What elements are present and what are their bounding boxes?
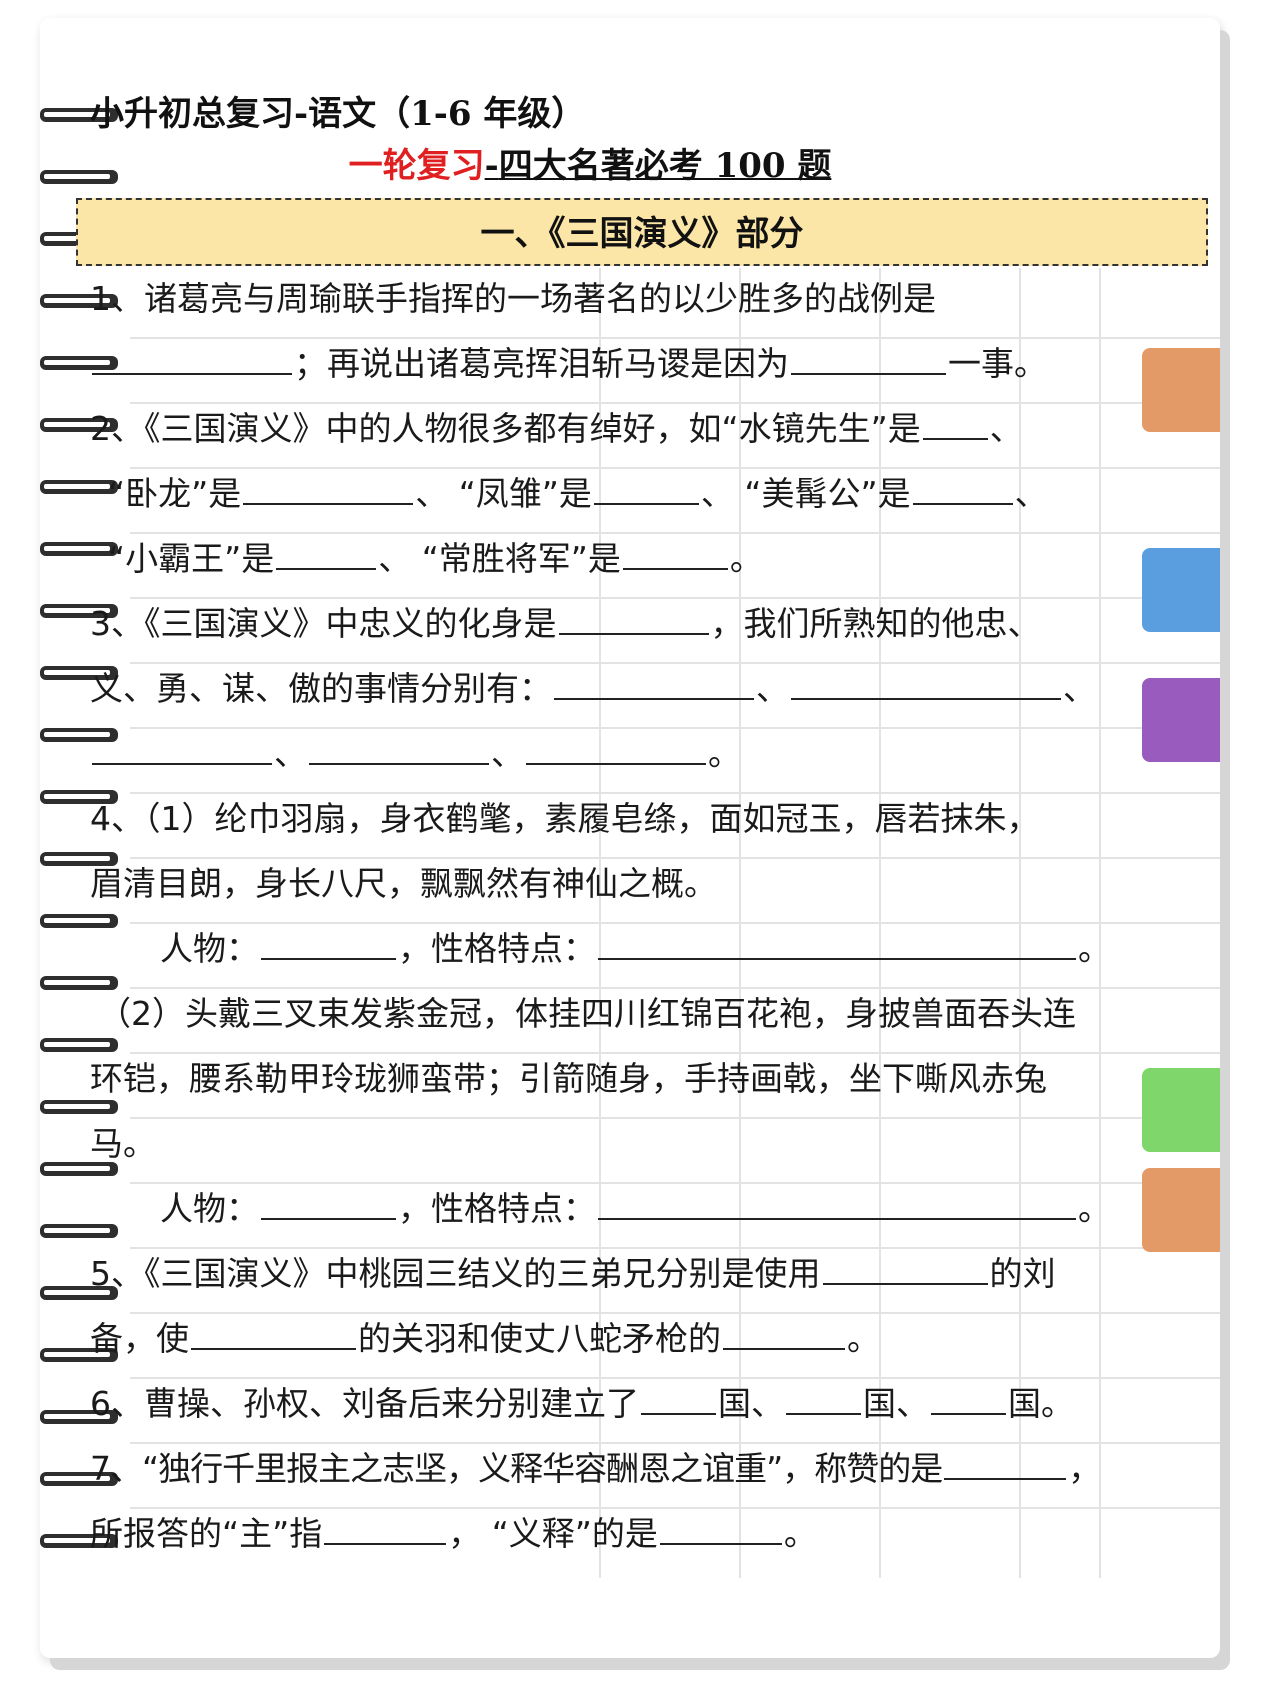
answer-blank[interactable]	[526, 725, 706, 765]
answer-blank[interactable]	[92, 335, 292, 375]
answer-blank[interactable]	[723, 1310, 845, 1350]
answer-blank[interactable]	[598, 1180, 1076, 1220]
answer-blank[interactable]	[261, 920, 396, 960]
q6-line1: 6、曹操、孙权、刘备后来分别建立了 国、 国、 国。	[90, 1371, 1200, 1436]
q2-line3: “小霸王”是、 “常胜将军”是。	[90, 526, 1200, 591]
answer-blank[interactable]	[641, 1375, 716, 1415]
answer-blank[interactable]	[276, 530, 377, 570]
q5-line1: 5、《三国演义》中桃园三结义的三弟兄分别是使用 的刘	[90, 1241, 1200, 1306]
answer-blank[interactable]	[558, 595, 709, 635]
q4-line2: 眉清目朗，身长八尺，飘飘然有神仙之概。	[90, 864, 717, 903]
q4-line3: （2）头戴三叉束发紫金冠，体挂四川红锦百花袍，身披兽面吞头连	[98, 994, 1076, 1033]
q2-line1: 2、《三国演义》中的人物很多都有绰好，如“水镜先生”是、	[90, 396, 1200, 461]
answer-blank[interactable]	[243, 465, 414, 505]
worksheet-subtitle: 一轮复习-四大名著必考 100 题	[310, 140, 870, 192]
worksheet-content: 小升初总复习-语文（1-6 年级） 一轮复习-四大名著必考 100 题 一、《三…	[76, 88, 1208, 1566]
answer-blank[interactable]	[191, 1310, 356, 1350]
q7-line1: 7、“独行千里报主之志坚，义释华容酬恩之谊重”，称赞的是，	[90, 1436, 1200, 1501]
q4-line5: 马。	[90, 1124, 156, 1163]
q2-line2: “卧龙”是、 “凤雏”是、 “美髯公”是、	[90, 461, 1200, 526]
answer-blank[interactable]	[309, 725, 489, 765]
answer-blank[interactable]	[786, 1375, 861, 1415]
answer-blank[interactable]	[261, 1180, 396, 1220]
answer-blank[interactable]	[554, 660, 754, 700]
answer-blank[interactable]	[598, 920, 1076, 960]
answer-blank[interactable]	[593, 465, 699, 505]
answer-blank[interactable]	[791, 335, 946, 375]
worksheet-title: 小升初总复习-语文（1-6 年级）	[90, 94, 586, 134]
answer-blank[interactable]	[944, 1440, 1067, 1480]
q1-line2: ；再说出诸葛亮挥泪斩马谡是因为 一事。	[90, 331, 1200, 396]
answer-blank[interactable]	[324, 1505, 447, 1545]
answer-blank[interactable]	[922, 400, 988, 440]
q1-line1: 1、诸葛亮与周瑜联手指挥的一场著名的以少胜多的战例是	[90, 279, 936, 318]
subtitle-dark: 四大名著必考 100 题	[498, 146, 832, 186]
q4-answer2: 人物： ，性格特点：。	[90, 1176, 1200, 1241]
answer-blank[interactable]	[931, 1375, 1006, 1415]
answer-blank[interactable]	[822, 1245, 988, 1285]
q3-line1: 3、《三国演义》中忠义的化身是 ，我们所熟知的他忠、	[90, 591, 1200, 656]
answer-blank[interactable]	[791, 660, 1061, 700]
answer-blank[interactable]	[912, 465, 1013, 505]
subtitle-red: 一轮复习	[348, 146, 485, 186]
q4-line4: 环铠，腰系勒甲玲珑狮蛮带；引箭随身，手持画戟，坐下嘶风赤兔	[90, 1059, 1047, 1098]
q5-line2: 备，使 的关羽和使丈八蛇矛枪的。	[90, 1306, 1200, 1371]
q4-line1: 4、（1）纶巾羽扇，身衣鹤氅，素履皂绦，面如冠玉，唇若抹朱，	[90, 799, 1040, 838]
q3-line2: 义、勇、谋、傲的事情分别有：、、	[90, 656, 1200, 721]
answer-blank[interactable]	[659, 1505, 782, 1545]
subtitle-dash: -	[484, 146, 499, 186]
section-banner: 一、《三国演义》部分	[76, 198, 1208, 266]
answer-blank[interactable]	[92, 725, 272, 765]
q4-answer1: 人物： ，性格特点：。	[90, 916, 1200, 981]
q3-line3: 、、。	[90, 721, 1200, 786]
q7-line2: 所报答的“主”指， “义释”的是。	[90, 1501, 1200, 1566]
answer-blank[interactable]	[622, 530, 728, 570]
